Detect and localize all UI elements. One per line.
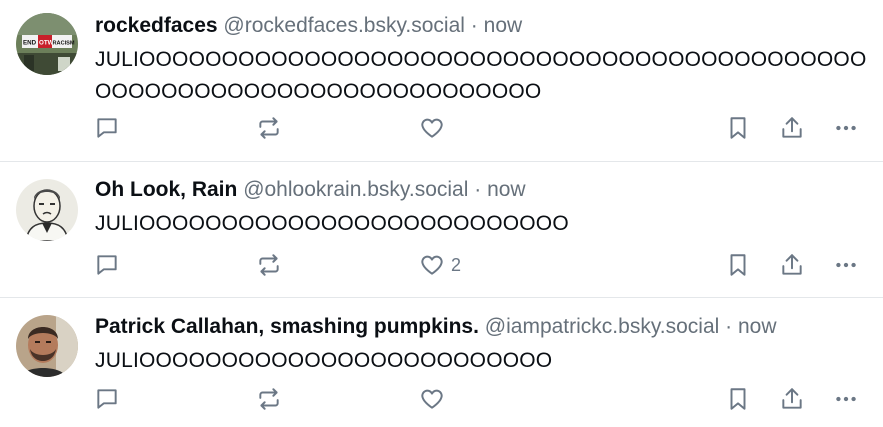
more-button[interactable] [833,384,859,414]
repost-icon [259,117,279,139]
separator-dot: · [474,178,482,201]
like-button[interactable] [419,113,451,143]
bookmark-icon [730,388,746,410]
repost-button[interactable] [256,113,282,143]
avatar-sign-text-3: RACISM [53,41,75,47]
post-item[interactable]: Patrick Callahan, smashing pumpkins. @ia… [0,298,883,427]
bookmark-button[interactable] [725,113,751,143]
post-item[interactable]: END OTW RACISM rockedfaces @rockedfaces.… [0,0,883,162]
share-button[interactable] [779,250,805,280]
post-feed: END OTW RACISM rockedfaces @rockedfaces.… [0,0,883,427]
post-content: rockedfaces @rockedfaces.bsky.social · n… [95,12,869,108]
author-handle[interactable]: @ohlookrain.bsky.social [243,178,468,201]
avatar-sign-text-1: END [23,40,37,47]
post-text: JULIOOOOOOOOOOOOOOOOOOOOOOOOO [95,349,553,372]
separator-dot: · [725,315,733,338]
share-button[interactable] [779,113,805,143]
bookmark-button[interactable] [725,250,751,280]
post-content: Oh Look, Rain @ohlookrain.bsky.social · … [95,176,869,240]
post-text: JULIOOOOOOOOOOOOOOOOOOOOOOOOOO [95,212,569,235]
post-time[interactable]: now [738,315,777,338]
separator-dot: · [470,14,478,37]
avatar[interactable]: END OTW RACISM [16,13,78,75]
reply-button[interactable] [94,384,120,414]
share-icon [782,117,802,138]
share-button[interactable] [779,384,805,414]
repost-icon [259,254,279,276]
post-time[interactable]: now [484,14,523,37]
author-name[interactable]: Patrick Callahan, smashing pumpkins. [95,315,479,338]
share-icon [782,254,802,275]
avatar-sign-text-2: OTW [39,40,54,47]
post-actions: 2 [0,250,883,280]
post-actions [0,113,883,143]
more-icon [836,262,856,268]
post-time[interactable]: now [487,178,526,201]
avatar-image [16,179,78,241]
more-button[interactable] [833,113,859,143]
like-count: 2 [451,254,462,275]
bookmark-icon [730,254,746,276]
heart-icon [421,389,443,409]
post-content: Patrick Callahan, smashing pumpkins. @ia… [95,313,869,377]
reply-button[interactable] [94,113,120,143]
author-name[interactable]: Oh Look, Rain [95,178,237,201]
post-text: JULIOOOOOOOOOOOOOOOOOOOOOOOOOOOOOOOOOOOO… [95,48,867,103]
reply-icon [97,118,117,138]
author-name[interactable]: rockedfaces [95,14,218,37]
repost-button[interactable] [256,250,282,280]
bookmark-icon [730,117,746,139]
more-button[interactable] [833,250,859,280]
reply-button[interactable] [94,250,120,280]
post-item[interactable]: Oh Look, Rain @ohlookrain.bsky.social · … [0,162,883,298]
share-icon [782,388,802,409]
post-header: rockedfaces @rockedfaces.bsky.social · n… [95,12,869,40]
like-button[interactable] [419,384,451,414]
post-actions [0,384,883,414]
author-handle[interactable]: @rockedfaces.bsky.social [223,14,465,37]
avatar-image: END OTW RACISM [16,13,78,75]
more-icon [836,125,856,131]
post-header: Patrick Callahan, smashing pumpkins. @ia… [95,313,869,341]
bookmark-button[interactable] [725,384,751,414]
more-icon [836,396,856,402]
avatar[interactable] [16,315,78,377]
avatar-image [16,315,78,377]
avatar[interactable] [16,179,78,241]
reply-icon [97,389,117,409]
heart-icon [421,118,443,138]
reply-icon [97,255,117,275]
post-header: Oh Look, Rain @ohlookrain.bsky.social · … [95,176,869,204]
repost-icon [259,388,279,410]
like-button[interactable]: 2 [419,250,461,280]
heart-icon [421,255,443,275]
author-handle[interactable]: @iampatrickc.bsky.social [485,315,720,338]
repost-button[interactable] [256,384,282,414]
